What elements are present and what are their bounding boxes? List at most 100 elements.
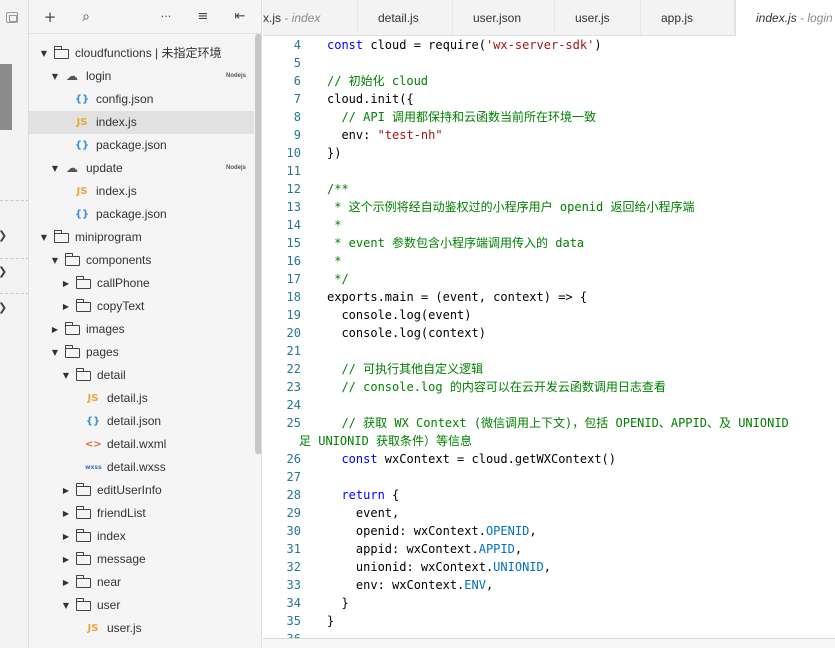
json-icon: {} [74, 140, 90, 151]
editor-tab[interactable]: x.js - index [263, 0, 358, 36]
chevron-down-icon[interactable]: ▼ [50, 157, 60, 180]
tree-item[interactable]: {} package.json [29, 203, 254, 226]
tree-item[interactable]: ▶ copyText [29, 295, 254, 318]
folder-icon [75, 548, 91, 573]
line-number: 7 [293, 92, 301, 106]
code-text: // 可执行其他自定义逻辑 [341, 362, 484, 376]
code-text: env: "test-nh" [327, 128, 443, 142]
code-line: 17 */ [263, 270, 835, 288]
tree-item[interactable]: ▼ miniprogram [29, 226, 254, 249]
divider [0, 293, 28, 294]
tree-item[interactable]: ▼ cloudfunctions | 未指定环境 [29, 42, 254, 65]
tree-item[interactable]: ▶ callPhone [29, 272, 254, 295]
code-text: exports.main = (event, context) => { [327, 290, 588, 304]
code-text: * [327, 218, 342, 232]
tree-item[interactable]: <> detail.wxml [29, 433, 254, 456]
sort-icon[interactable]: ≡ [194, 8, 212, 26]
code-line: 30 openid: wxContext.OPENID, [263, 522, 835, 540]
chevron-right-icon[interactable]: ▶ [50, 318, 60, 341]
tree-item-label: message [97, 552, 146, 566]
code-line: 27 [263, 468, 835, 486]
code-line: 足 UNIONID 获取条件）等信息 [263, 432, 835, 450]
code-line: 8 // API 调用都保持和云函数当前所在环境一致 [263, 108, 835, 126]
chevron-right-icon[interactable]: ❯ [0, 301, 7, 314]
tree-item[interactable]: JS user.js [29, 617, 254, 640]
chevron-right-icon[interactable]: ❯ [0, 229, 7, 242]
chevron-right-icon[interactable]: ▶ [61, 479, 71, 502]
line-number: 34 [286, 596, 301, 610]
js-icon: JS [87, 623, 99, 634]
tree-item[interactable]: ▶ editUserInfo [29, 479, 254, 502]
tree-item[interactable]: JS index.js [29, 180, 254, 203]
code-line: 19 console.log(event) [263, 306, 835, 324]
tree-item-label: editUserInfo [97, 483, 162, 497]
line-number: 33 [286, 578, 301, 592]
tree-item[interactable]: JS index.js [29, 111, 254, 134]
code-editor[interactable]: x.js - index detail.js user.json user.js app… [263, 0, 835, 648]
tree-item[interactable]: {} detail.json [29, 410, 254, 433]
line-number: 21 [286, 344, 301, 358]
preview-thumbnail [0, 64, 12, 130]
line-number: 22 [286, 362, 301, 376]
line-number: 17 [286, 272, 301, 286]
tree-item[interactable]: ▼ pages [29, 341, 254, 364]
json-icon: {} [85, 416, 101, 427]
tree-item[interactable]: {} package.json [29, 134, 254, 157]
add-file-icon[interactable]: + [41, 8, 59, 26]
tab-label: user.json [473, 11, 522, 25]
chevron-down-icon[interactable]: ▼ [50, 65, 60, 88]
code-line: 9 env: "test-nh" [263, 126, 835, 144]
search-icon[interactable]: ⌕ [77, 8, 95, 26]
tab-folder-hint: - index [281, 11, 321, 25]
chevron-right-icon[interactable]: ▶ [61, 548, 71, 571]
chevron-right-icon[interactable]: ❯ [0, 265, 7, 278]
tree-item[interactable]: ▶ images [29, 318, 254, 341]
tree-item[interactable]: ▼ ☁ login Nodejs [29, 65, 254, 88]
chevron-down-icon[interactable]: ▼ [61, 364, 71, 387]
tree-item[interactable]: ▼ ☁ update Nodejs [29, 157, 254, 180]
chevron-down-icon[interactable]: ▼ [50, 249, 60, 272]
tree-item-label: copyText [97, 299, 145, 313]
chevron-down-icon[interactable]: ▼ [61, 594, 71, 617]
line-number: 19 [286, 308, 301, 322]
chevron-right-icon[interactable]: ▶ [61, 295, 71, 318]
code-text: cloud.init({ [327, 92, 414, 106]
line-number: 32 [286, 560, 301, 574]
window-restore-icon[interactable] [6, 12, 18, 23]
editor-tab[interactable]: app.js [641, 0, 735, 36]
tab-label: index.js [756, 11, 797, 25]
tree-item-label: detail.js [107, 391, 148, 405]
tree-item[interactable]: wxss detail.wxss [29, 456, 254, 479]
wxml-icon: <> [85, 439, 102, 450]
folder-icon [64, 341, 80, 366]
tree-item[interactable]: ▶ index [29, 525, 254, 548]
more-icon[interactable]: ··· [157, 8, 175, 26]
tree-item[interactable]: ▶ near [29, 571, 254, 594]
tree-item[interactable]: {} config.json [29, 88, 254, 111]
chevron-right-icon[interactable]: ▶ [61, 502, 71, 525]
code-line: 14 * [263, 216, 835, 234]
tree-item[interactable]: ▶ message [29, 548, 254, 571]
editor-tab[interactable]: user.json [453, 0, 555, 36]
line-number: 27 [286, 470, 301, 484]
code-line: 6 // 初始化 cloud [263, 72, 835, 90]
code-text: }) [327, 146, 342, 160]
tree-item[interactable]: JS detail.js [29, 387, 254, 410]
code-line: 12 /** [263, 180, 835, 198]
chevron-down-icon[interactable]: ▼ [39, 42, 49, 65]
chevron-down-icon[interactable]: ▼ [50, 341, 60, 364]
tree-item[interactable]: ▼ components [29, 249, 254, 272]
editor-tab[interactable]: detail.js [358, 0, 453, 36]
tree-item[interactable]: ▼ detail [29, 364, 254, 387]
tree-item[interactable]: ▼ user [29, 594, 254, 617]
explorer-scrollbar[interactable] [255, 34, 261, 454]
chevron-right-icon[interactable]: ▶ [61, 525, 71, 548]
chevron-right-icon[interactable]: ▶ [61, 272, 71, 295]
tree-item[interactable]: ▶ friendList [29, 502, 254, 525]
chevron-right-icon[interactable]: ▶ [61, 571, 71, 594]
collapse-icon[interactable]: ⇤ [231, 8, 249, 26]
editor-tab[interactable]: index.js - login [735, 0, 835, 36]
chevron-down-icon[interactable]: ▼ [39, 226, 49, 249]
editor-tab[interactable]: user.js [555, 0, 641, 36]
code-line: 4 const cloud = require('wx-server-sdk') [263, 36, 835, 54]
